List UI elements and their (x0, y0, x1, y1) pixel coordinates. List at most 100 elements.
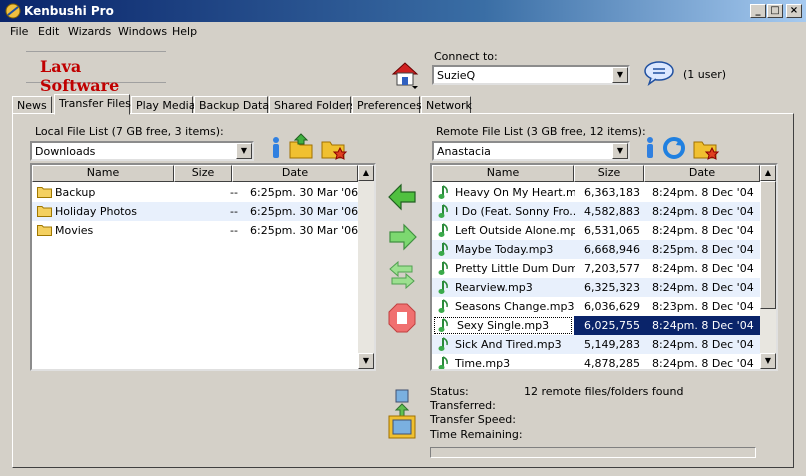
title-bar[interactable]: Kenbushi Pro _ □ × (0, 0, 806, 22)
local-file-name: Backup (55, 186, 96, 199)
tab-preferences[interactable]: Preferences (352, 96, 422, 114)
local-list-title: Local File List (7 GB free, 3 items): (35, 125, 224, 138)
local-scrollbar[interactable]: ▲ ▼ (358, 165, 374, 369)
remote-file-name: Time.mp3 (455, 357, 511, 370)
chevron-down-icon[interactable]: ▼ (612, 67, 628, 83)
table-row[interactable]: Maybe Today.mp3 6,668,946 8:25pm. 8 Dec … (432, 240, 760, 259)
table-row[interactable]: Rearview.mp3 6,325,323 8:24pm. 8 Dec '04 (432, 278, 760, 297)
tab-network[interactable]: Network (421, 96, 472, 114)
remote-col-name[interactable]: Name (432, 165, 574, 182)
logo-text: Lava Software (40, 57, 120, 95)
remote-col-date[interactable]: Date (644, 165, 760, 182)
upload-arrow-icon[interactable] (388, 222, 418, 252)
chevron-down-icon[interactable]: ▼ (612, 143, 628, 159)
chat-icon[interactable] (643, 60, 675, 86)
remote-file-name: Heavy On My Heart.mp3 (455, 186, 575, 199)
table-row[interactable]: I Do (Feat. Sonny Fro... 4,582,883 8:24p… (432, 202, 760, 221)
scroll-down-icon[interactable]: ▼ (760, 353, 776, 369)
menu-help[interactable]: Help (172, 25, 197, 38)
refresh-icon[interactable] (662, 136, 686, 160)
scroll-up-icon[interactable]: ▲ (358, 165, 374, 181)
music-note-icon (438, 337, 448, 351)
remote-file-name: Left Outside Alone.mp3 (455, 224, 575, 237)
local-col-size[interactable]: Size (174, 165, 232, 182)
list-item[interactable]: Backup -- 6:25pm. 30 Mar '06 (32, 183, 358, 202)
remote-file-date: 8:24pm. 8 Dec '04 (652, 262, 754, 275)
remote-file-size: 6,036,629 (584, 300, 640, 313)
music-note-icon (438, 223, 448, 237)
tab-backup-data[interactable]: Backup Data (194, 96, 269, 114)
local-file-size: -- (230, 224, 238, 237)
info-icon[interactable] (264, 136, 288, 160)
app-window: Kenbushi Pro _ □ × File Edit Wizards Win… (0, 0, 806, 476)
remote-file-date: 8:24pm. 8 Dec '04 (652, 357, 754, 370)
remote-file-size: 4,878,285 (584, 357, 640, 370)
table-row[interactable]: Pretty Little Dum Dum.... 7,203,577 8:24… (432, 259, 760, 278)
table-row[interactable]: Heavy On My Heart.mp3 6,363,183 8:24pm. … (432, 183, 760, 202)
window-title: Kenbushi Pro (24, 4, 114, 18)
music-note-icon (438, 356, 448, 369)
tab-shared-folders[interactable]: Shared Folders (269, 96, 356, 114)
stop-icon[interactable] (388, 303, 416, 333)
menu-edit[interactable]: Edit (38, 25, 59, 38)
local-file-date: 6:25pm. 30 Mar '06 (250, 205, 359, 218)
remote-scrollbar[interactable]: ▲ ▼ (760, 165, 776, 369)
music-note-icon (438, 204, 448, 218)
new-folder-icon[interactable] (320, 136, 348, 162)
local-file-name: Holiday Photos (55, 205, 137, 218)
table-row[interactable]: Seasons Change.mp3 6,036,629 8:23pm. 8 D… (432, 297, 760, 316)
sync-arrows-icon[interactable] (388, 260, 416, 290)
menu-file[interactable]: File (10, 25, 28, 38)
remote-col-size[interactable]: Size (574, 165, 644, 182)
connect-select[interactable]: SuzieQ ▼ (432, 65, 630, 85)
remote-file-name: I Do (Feat. Sonny Fro... (455, 205, 575, 218)
info-icon[interactable] (638, 136, 662, 160)
menu-bar: File Edit Wizards Windows Help (0, 22, 806, 42)
new-folder-icon[interactable] (692, 136, 720, 162)
local-file-list[interactable]: Name Size Date Backup -- 6:25pm. 30 Mar … (30, 163, 376, 371)
home-icon[interactable] (390, 60, 420, 90)
status-label: Status: (430, 385, 469, 398)
close-button[interactable]: × (786, 4, 802, 18)
remote-folder-select[interactable]: Anastacia ▼ (432, 141, 630, 161)
music-note-icon (438, 299, 448, 313)
tab-transfer-files[interactable]: Transfer Files (54, 94, 131, 115)
transfer-status-icon (388, 389, 416, 439)
menu-wizards[interactable]: Wizards (68, 25, 111, 38)
folder-icon (37, 225, 52, 236)
local-file-date: 6:25pm. 30 Mar '06 (250, 224, 359, 237)
remote-file-date: 8:25pm. 8 Dec '04 (652, 243, 754, 256)
folder-up-icon[interactable] (288, 132, 314, 160)
menu-windows[interactable]: Windows (118, 25, 167, 38)
download-arrow-icon[interactable] (387, 182, 417, 212)
remote-file-date: 8:24pm. 8 Dec '04 (652, 338, 754, 351)
remote-file-list[interactable]: Name Size Date Heavy On My Heart.mp3 6,3… (430, 163, 778, 371)
music-note-icon (438, 185, 448, 199)
remote-file-date: 8:24pm. 8 Dec '04 (652, 205, 754, 218)
tab-play-media[interactable]: Play Media (131, 96, 195, 114)
music-note-icon (438, 280, 448, 294)
table-row[interactable]: Sick And Tired.mp3 5,149,283 8:24pm. 8 D… (432, 335, 760, 354)
app-icon (5, 3, 21, 19)
brand-logo: Lava Software (26, 51, 166, 95)
scroll-up-icon[interactable]: ▲ (760, 165, 776, 181)
maximize-button[interactable]: □ (767, 4, 783, 18)
music-note-icon (438, 242, 448, 256)
table-row[interactable]: Time.mp3 4,878,285 8:24pm. 8 Dec '04 (432, 354, 760, 370)
local-folder-select[interactable]: Downloads ▼ (30, 141, 254, 161)
remote-file-name[interactable]: Sexy Single.mp3 (457, 319, 571, 332)
folder-icon (37, 187, 52, 198)
table-row-selected[interactable]: Sexy Single.mp3 6,025,755 8:24pm. 8 Dec … (432, 316, 760, 335)
table-row[interactable]: Left Outside Alone.mp3 6,531,065 8:24pm.… (432, 221, 760, 240)
chevron-down-icon[interactable]: ▼ (236, 143, 252, 159)
list-item[interactable]: Movies -- 6:25pm. 30 Mar '06 (32, 221, 358, 240)
music-note-icon (438, 261, 448, 275)
scroll-down-icon[interactable]: ▼ (358, 353, 374, 369)
local-col-date[interactable]: Date (232, 165, 358, 182)
list-item[interactable]: Holiday Photos -- 6:25pm. 30 Mar '06 (32, 202, 358, 221)
tab-news[interactable]: News (12, 96, 52, 114)
local-list-header: Name Size Date (32, 165, 374, 182)
minimize-button[interactable]: _ (750, 4, 766, 18)
local-col-name[interactable]: Name (32, 165, 174, 182)
scroll-thumb[interactable] (760, 181, 776, 309)
